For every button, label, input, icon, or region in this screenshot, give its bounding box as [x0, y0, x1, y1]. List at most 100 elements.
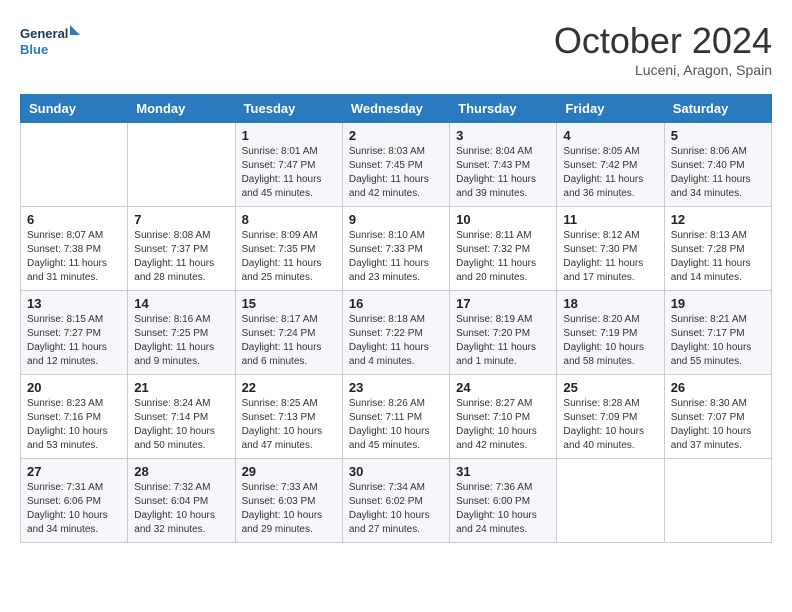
calendar-cell: 1Sunrise: 8:01 AM Sunset: 7:47 PM Daylig… — [235, 123, 342, 207]
calendar-cell: 14Sunrise: 8:16 AM Sunset: 7:25 PM Dayli… — [128, 291, 235, 375]
day-number: 29 — [242, 464, 336, 479]
cell-info: Sunrise: 8:30 AM Sunset: 7:07 PM Dayligh… — [671, 397, 765, 453]
cell-info: Sunrise: 8:10 AM Sunset: 7:33 PM Dayligh… — [349, 229, 443, 285]
calendar-cell: 25Sunrise: 8:28 AM Sunset: 7:09 PM Dayli… — [557, 375, 664, 459]
cell-info: Sunrise: 8:26 AM Sunset: 7:11 PM Dayligh… — [349, 397, 443, 453]
day-number: 20 — [27, 380, 121, 395]
day-number: 8 — [242, 212, 336, 227]
cell-info: Sunrise: 8:05 AM Sunset: 7:42 PM Dayligh… — [563, 145, 657, 201]
day-number: 28 — [134, 464, 228, 479]
day-number: 25 — [563, 380, 657, 395]
calendar-cell: 9Sunrise: 8:10 AM Sunset: 7:33 PM Daylig… — [342, 207, 449, 291]
calendar-cell: 12Sunrise: 8:13 AM Sunset: 7:28 PM Dayli… — [664, 207, 771, 291]
calendar-cell — [557, 459, 664, 543]
calendar-cell: 5 Sunrise: 8:06 AM Sunset: 7:40 PM Daylig… — [664, 123, 771, 207]
cell-info: Sunrise: 8:23 AM Sunset: 7:16 PM Dayligh… — [27, 397, 121, 453]
weekday-header: Friday — [557, 95, 664, 123]
weekday-header: Wednesday — [342, 95, 449, 123]
day-number: 30 — [349, 464, 443, 479]
cell-info: Sunrise: 8:15 AM Sunset: 7:27 PM Dayligh… — [27, 313, 121, 369]
calendar-row: 13 Sunrise: 8:15 AM Sunset: 7:27 PM Dayli… — [21, 291, 772, 375]
calendar-cell: 3 Sunrise: 8:04 AM Sunset: 7:43 PM Daylig… — [450, 123, 557, 207]
svg-text:General: General — [20, 26, 68, 41]
calendar-cell: 10 Sunrise: 8:11 AM Sunset: 7:32 PM Dayli… — [450, 207, 557, 291]
day-number: 12 — [671, 212, 765, 227]
cell-info: Sunrise: 8:16 AM Sunset: 7:25 PM Dayligh… — [134, 313, 228, 369]
day-number: 2 — [349, 128, 443, 143]
cell-info: Sunrise: 7:34 AM Sunset: 6:02 PM Dayligh… — [349, 481, 443, 537]
calendar-table: SundayMondayTuesdayWednesdayThursdayFrid… — [20, 94, 772, 543]
calendar-cell: 18Sunrise: 8:20 AM Sunset: 7:19 PM Dayli… — [557, 291, 664, 375]
logo-svg: General Blue — [20, 20, 80, 65]
day-number: 26 — [671, 380, 765, 395]
cell-info: Sunrise: 8:12 AM Sunset: 7:30 PM Dayligh… — [563, 229, 657, 285]
cell-info: Sunrise: 8:18 AM Sunset: 7:22 PM Dayligh… — [349, 313, 443, 369]
calendar-row: 20 Sunrise: 8:23 AM Sunset: 7:16 PM Dayli… — [21, 375, 772, 459]
svg-text:Blue: Blue — [20, 42, 48, 57]
calendar-cell: 19 Sunrise: 8:21 AM Sunset: 7:17 PM Dayli… — [664, 291, 771, 375]
weekday-header: Sunday — [21, 95, 128, 123]
weekday-header: Thursday — [450, 95, 557, 123]
logo: General Blue — [20, 20, 80, 65]
calendar-cell: 20 Sunrise: 8:23 AM Sunset: 7:16 PM Dayli… — [21, 375, 128, 459]
day-number: 10 — [456, 212, 550, 227]
month-title: October 2024 — [554, 20, 772, 62]
calendar-cell: 28Sunrise: 7:32 AM Sunset: 6:04 PM Dayli… — [128, 459, 235, 543]
cell-info: Sunrise: 7:31 AM Sunset: 6:06 PM Dayligh… — [27, 481, 121, 537]
calendar-cell — [128, 123, 235, 207]
calendar-cell: 11 Sunrise: 8:12 AM Sunset: 7:30 PM Dayli… — [557, 207, 664, 291]
calendar-cell: 16 Sunrise: 8:18 AM Sunset: 7:22 PM Dayli… — [342, 291, 449, 375]
day-number: 5 — [671, 128, 765, 143]
day-number: 22 — [242, 380, 336, 395]
calendar-cell: 7 Sunrise: 8:08 AM Sunset: 7:37 PM Daylig… — [128, 207, 235, 291]
calendar-cell: 8 Sunrise: 8:09 AM Sunset: 7:35 PM Daylig… — [235, 207, 342, 291]
calendar-cell: 23Sunrise: 8:26 AM Sunset: 7:11 PM Dayli… — [342, 375, 449, 459]
day-number: 6 — [27, 212, 121, 227]
calendar-cell: 17 Sunrise: 8:19 AM Sunset: 7:20 PM Dayli… — [450, 291, 557, 375]
calendar-cell: 22 Sunrise: 8:25 AM Sunset: 7:13 PM Dayli… — [235, 375, 342, 459]
calendar-cell: 31Sunrise: 7:36 AM Sunset: 6:00 PM Dayli… — [450, 459, 557, 543]
calendar-cell: 15Sunrise: 8:17 AM Sunset: 7:24 PM Dayli… — [235, 291, 342, 375]
page-header: General Blue October 2024 Luceni, Aragon… — [20, 20, 772, 78]
calendar-row: 1Sunrise: 8:01 AM Sunset: 7:47 PM Daylig… — [21, 123, 772, 207]
day-number: 4 — [563, 128, 657, 143]
calendar-cell: 30 Sunrise: 7:34 AM Sunset: 6:02 PM Dayli… — [342, 459, 449, 543]
day-number: 19 — [671, 296, 765, 311]
cell-info: Sunrise: 8:08 AM Sunset: 7:37 PM Dayligh… — [134, 229, 228, 285]
cell-info: Sunrise: 8:11 AM Sunset: 7:32 PM Dayligh… — [456, 229, 550, 285]
cell-info: Sunrise: 8:19 AM Sunset: 7:20 PM Dayligh… — [456, 313, 550, 369]
weekday-header: Monday — [128, 95, 235, 123]
weekday-header: Saturday — [664, 95, 771, 123]
calendar-row: 6Sunrise: 8:07 AM Sunset: 7:38 PM Daylig… — [21, 207, 772, 291]
day-number: 17 — [456, 296, 550, 311]
calendar-cell: 29Sunrise: 7:33 AM Sunset: 6:03 PM Dayli… — [235, 459, 342, 543]
day-number: 31 — [456, 464, 550, 479]
day-number: 13 — [27, 296, 121, 311]
calendar-header: SundayMondayTuesdayWednesdayThursdayFrid… — [21, 95, 772, 123]
calendar-cell: 6Sunrise: 8:07 AM Sunset: 7:38 PM Daylig… — [21, 207, 128, 291]
calendar-row: 27 Sunrise: 7:31 AM Sunset: 6:06 PM Dayli… — [21, 459, 772, 543]
day-number: 7 — [134, 212, 228, 227]
cell-info: Sunrise: 8:09 AM Sunset: 7:35 PM Dayligh… — [242, 229, 336, 285]
calendar-cell — [21, 123, 128, 207]
location-subtitle: Luceni, Aragon, Spain — [554, 62, 772, 78]
day-number: 21 — [134, 380, 228, 395]
day-number: 16 — [349, 296, 443, 311]
calendar-cell — [664, 459, 771, 543]
cell-info: Sunrise: 8:25 AM Sunset: 7:13 PM Dayligh… — [242, 397, 336, 453]
calendar-cell: 2Sunrise: 8:03 AM Sunset: 7:45 PM Daylig… — [342, 123, 449, 207]
day-number: 11 — [563, 212, 657, 227]
cell-info: Sunrise: 8:21 AM Sunset: 7:17 PM Dayligh… — [671, 313, 765, 369]
cell-info: Sunrise: 8:04 AM Sunset: 7:43 PM Dayligh… — [456, 145, 550, 201]
day-number: 27 — [27, 464, 121, 479]
day-number: 24 — [456, 380, 550, 395]
cell-info: Sunrise: 8:20 AM Sunset: 7:19 PM Dayligh… — [563, 313, 657, 369]
header-row: SundayMondayTuesdayWednesdayThursdayFrid… — [21, 95, 772, 123]
calendar-cell: 4 Sunrise: 8:05 AM Sunset: 7:42 PM Daylig… — [557, 123, 664, 207]
title-section: October 2024 Luceni, Aragon, Spain — [554, 20, 772, 78]
cell-info: Sunrise: 8:17 AM Sunset: 7:24 PM Dayligh… — [242, 313, 336, 369]
cell-info: Sunrise: 8:06 AM Sunset: 7:40 PM Dayligh… — [671, 145, 765, 201]
day-number: 3 — [456, 128, 550, 143]
cell-info: Sunrise: 8:27 AM Sunset: 7:10 PM Dayligh… — [456, 397, 550, 453]
cell-info: Sunrise: 8:24 AM Sunset: 7:14 PM Dayligh… — [134, 397, 228, 453]
